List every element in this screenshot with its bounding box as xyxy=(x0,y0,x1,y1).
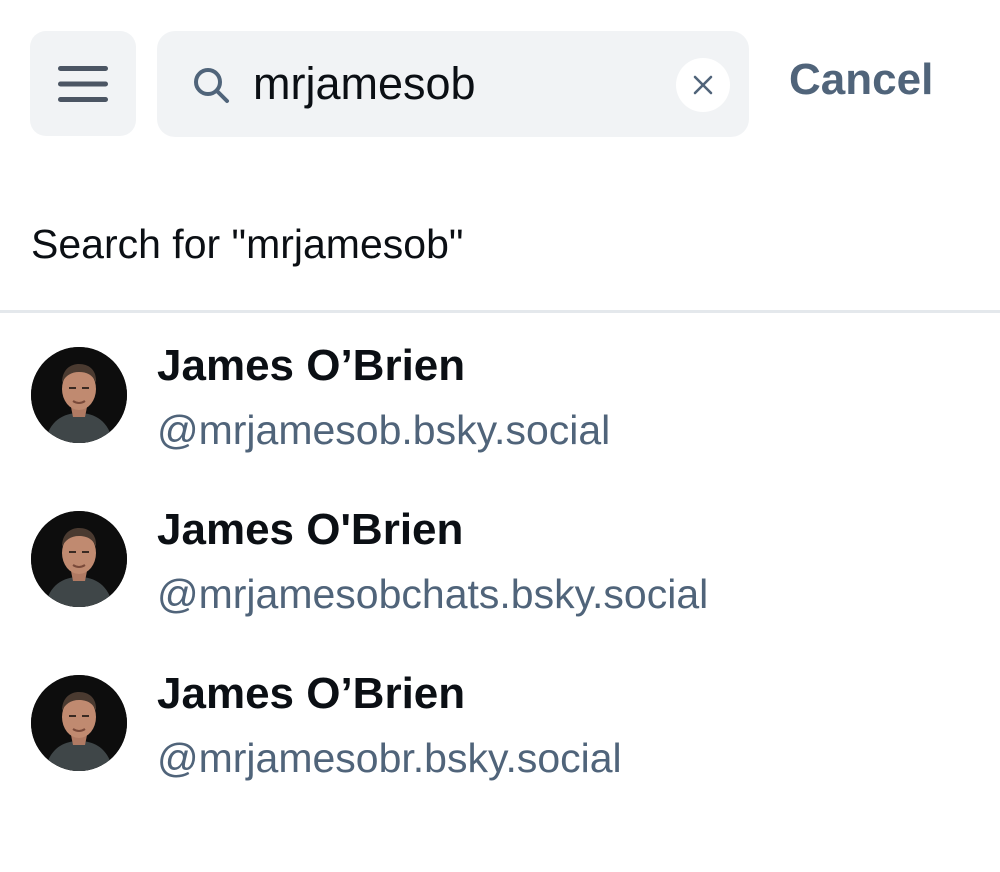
result-display-name: James O’Brien xyxy=(157,341,466,390)
search-input[interactable] xyxy=(253,51,663,117)
search-field[interactable] xyxy=(157,31,749,137)
hamburger-menu-icon xyxy=(58,65,108,102)
search-icon xyxy=(194,68,229,103)
result-handle: @mrjamesob.bsky.social xyxy=(157,407,611,453)
menu-button[interactable] xyxy=(30,31,136,136)
close-icon xyxy=(693,75,713,95)
search-result-item[interactable]: James O’Brien @mrjamesob.bsky.social xyxy=(0,312,1000,476)
result-display-name: James O’Brien xyxy=(157,669,466,718)
search-for-label: Search for "mrjamesob" xyxy=(31,221,464,267)
clear-search-button[interactable] xyxy=(676,58,730,112)
search-header: Cancel xyxy=(0,0,1000,170)
avatar xyxy=(31,347,127,443)
result-display-name: James O'Brien xyxy=(157,505,464,554)
result-handle: @mrjamesobr.bsky.social xyxy=(157,735,622,781)
avatar xyxy=(31,511,127,607)
search-result-item[interactable]: James O'Brien @mrjamesobchats.bsky.socia… xyxy=(0,476,1000,640)
search-result-item[interactable]: James O’Brien @mrjamesobr.bsky.social xyxy=(0,640,1000,804)
avatar xyxy=(31,675,127,771)
result-handle: @mrjamesobchats.bsky.social xyxy=(157,571,709,617)
cancel-button[interactable]: Cancel xyxy=(789,58,933,102)
search-screen: Cancel Search for "mrjamesob" James O’Br… xyxy=(0,0,1000,872)
search-for-row[interactable]: Search for "mrjamesob" xyxy=(0,170,1000,313)
